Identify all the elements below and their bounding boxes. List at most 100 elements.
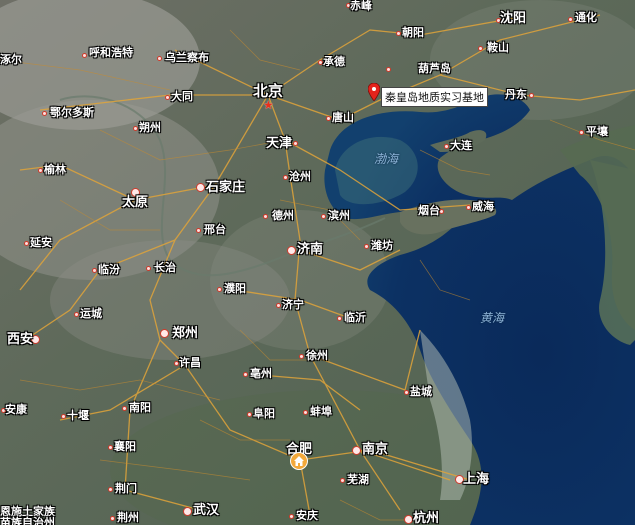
city-dot[interactable]	[302, 409, 308, 415]
city-label[interactable]: 西安	[7, 333, 33, 346]
city-dot[interactable]	[23, 240, 29, 246]
city-dot-provincial[interactable]	[403, 514, 413, 524]
city-dot[interactable]	[121, 405, 127, 411]
city-label[interactable]: 徐州	[306, 350, 328, 361]
city-label[interactable]: 榆林	[44, 164, 66, 175]
city-label[interactable]: 太原	[122, 196, 148, 209]
city-dot[interactable]	[242, 371, 248, 377]
city-dot-provincial[interactable]	[159, 328, 169, 338]
city-label[interactable]: 濮阳	[224, 283, 246, 294]
city-dot[interactable]	[465, 204, 471, 210]
city-dot[interactable]	[132, 125, 138, 131]
city-dot[interactable]	[282, 174, 288, 180]
city-dot[interactable]	[339, 477, 345, 483]
city-label[interactable]: 丹东	[505, 89, 527, 100]
city-label[interactable]: 烟台	[418, 205, 440, 216]
city-dot[interactable]	[403, 389, 409, 395]
city-label[interactable]: 荆门	[115, 483, 137, 494]
city-dot[interactable]	[320, 213, 326, 219]
city-label[interactable]: 郑州	[172, 327, 198, 340]
city-label[interactable]: 威海	[472, 201, 494, 212]
city-label[interactable]: 大连	[450, 140, 472, 151]
city-label[interactable]: 沈阳	[500, 12, 526, 25]
city-dot[interactable]	[145, 265, 151, 271]
city-label[interactable]: 南阳	[129, 402, 151, 413]
city-label[interactable]: 上海	[463, 473, 489, 486]
city-label[interactable]: 滨州	[328, 210, 350, 221]
city-dot-provincial[interactable]	[286, 245, 296, 255]
city-label[interactable]: 苗族自治州	[0, 517, 55, 525]
city-label[interactable]: 运城	[80, 308, 102, 319]
city-dot[interactable]	[60, 413, 66, 419]
city-label[interactable]: 杭州	[413, 512, 439, 525]
city-dot[interactable]	[275, 302, 281, 308]
city-dot[interactable]	[107, 486, 113, 492]
city-dot[interactable]	[107, 444, 113, 450]
city-dot[interactable]	[298, 353, 304, 359]
city-label[interactable]: 襄阳	[114, 441, 136, 452]
city-label[interactable]: 安康	[5, 404, 27, 415]
city-label[interactable]: 济南	[297, 243, 323, 256]
city-dot[interactable]	[37, 167, 43, 173]
city-label[interactable]: 承德	[323, 56, 345, 67]
city-label[interactable]: 十堰	[67, 410, 89, 421]
city-label[interactable]: 邢台	[204, 224, 226, 235]
city-dot[interactable]	[528, 92, 534, 98]
city-dot[interactable]	[41, 110, 47, 116]
home-icon[interactable]	[290, 452, 308, 470]
city-label[interactable]: 朝阳	[402, 27, 424, 38]
city-label-beijing[interactable]: 北京	[253, 84, 283, 99]
city-label[interactable]: 德州	[272, 210, 294, 221]
city-label[interactable]: 延安	[30, 237, 52, 248]
city-dot[interactable]	[288, 513, 294, 519]
city-dot[interactable]	[195, 227, 201, 233]
city-label[interactable]: 平壤	[586, 126, 608, 137]
city-dot[interactable]	[477, 45, 483, 51]
city-dot[interactable]	[325, 115, 331, 121]
satellite-basemap[interactable]	[0, 0, 635, 525]
city-label[interactable]: 鞍山	[487, 42, 509, 53]
city-dot[interactable]	[395, 30, 401, 36]
city-label[interactable]: 呼和浩特	[89, 47, 133, 58]
city-dot[interactable]	[336, 315, 342, 321]
city-dot[interactable]	[385, 66, 391, 72]
city-label[interactable]: 安庆	[296, 510, 318, 521]
city-label[interactable]: 沧州	[289, 171, 311, 182]
city-dot[interactable]	[292, 140, 298, 146]
city-label[interactable]: 赤峰	[350, 0, 372, 11]
city-dot[interactable]	[578, 129, 584, 135]
city-label[interactable]: 亳州	[250, 368, 272, 379]
city-label[interactable]: 石家庄	[206, 181, 245, 194]
city-dot[interactable]	[216, 286, 222, 292]
city-label[interactable]: 大同	[171, 91, 193, 102]
city-dot[interactable]	[91, 267, 97, 273]
city-label[interactable]: 蚌埠	[310, 406, 332, 417]
city-dot[interactable]	[443, 143, 449, 149]
city-label[interactable]: 朔州	[139, 122, 161, 133]
city-label[interactable]: 临沂	[344, 312, 366, 323]
city-dot[interactable]	[164, 94, 170, 100]
city-label[interactable]: 济宁	[282, 299, 304, 310]
city-label[interactable]: 葫芦岛	[418, 63, 451, 74]
city-dot-provincial[interactable]	[182, 506, 192, 516]
city-label[interactable]: 乌兰察布	[165, 52, 209, 63]
city-label[interactable]: 唐山	[332, 112, 354, 123]
city-dot[interactable]	[363, 243, 369, 249]
city-dot[interactable]	[109, 515, 115, 521]
city-dot[interactable]	[81, 52, 87, 58]
city-label[interactable]: 鄂尔多斯	[50, 107, 94, 118]
city-label[interactable]: 芜湖	[347, 474, 369, 485]
city-dot[interactable]	[246, 411, 252, 417]
city-label[interactable]: 通化	[575, 12, 597, 23]
city-dot[interactable]	[156, 55, 162, 61]
city-label[interactable]: 潍坊	[371, 240, 393, 251]
city-label[interactable]: 盐城	[410, 386, 432, 397]
city-dot[interactable]	[173, 360, 179, 366]
city-dot-provincial[interactable]	[195, 182, 205, 192]
map-view[interactable]: 渤海 黄海 ★ 北京 赤峰 沈阳 通化 涿尔 呼和浩特 乌兰察布 承德 朝阳 鞍…	[0, 0, 635, 525]
city-label[interactable]: 临汾	[98, 264, 120, 275]
city-dot[interactable]	[262, 213, 268, 219]
city-label[interactable]: 荆州	[117, 512, 139, 523]
map-pin-icon[interactable]	[368, 83, 380, 101]
city-label[interactable]: 涿尔	[0, 54, 22, 65]
